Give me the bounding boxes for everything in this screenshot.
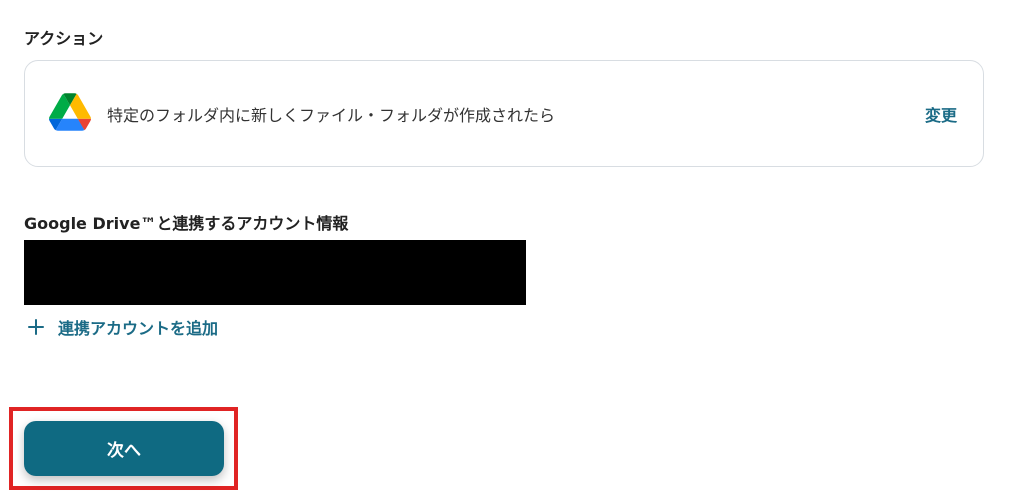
add-account-link[interactable]: 連携アカウントを追加 (26, 314, 218, 340)
google-drive-icon (49, 93, 91, 131)
change-action-link[interactable]: 変更 (925, 102, 957, 126)
action-section-label: アクション (24, 29, 104, 48)
add-account-label: 連携アカウントを追加 (58, 319, 219, 338)
action-description: 特定のフォルダ内に新しくファイル・フォルダが作成されたら (107, 106, 556, 125)
action-card: 特定のフォルダ内に新しくファイル・フォルダが作成されたら 変更 (24, 60, 984, 167)
account-section-label: Google Drive™と連携するアカウント情報 (24, 214, 349, 233)
action-settings-page: アクション 特定のフォルダ内に新しくファイル・フォルダが作成されたら 変更 Go… (0, 0, 1011, 495)
next-button[interactable]: 次へ (24, 421, 224, 476)
account-info-redacted (24, 240, 526, 305)
plus-icon (26, 317, 46, 337)
